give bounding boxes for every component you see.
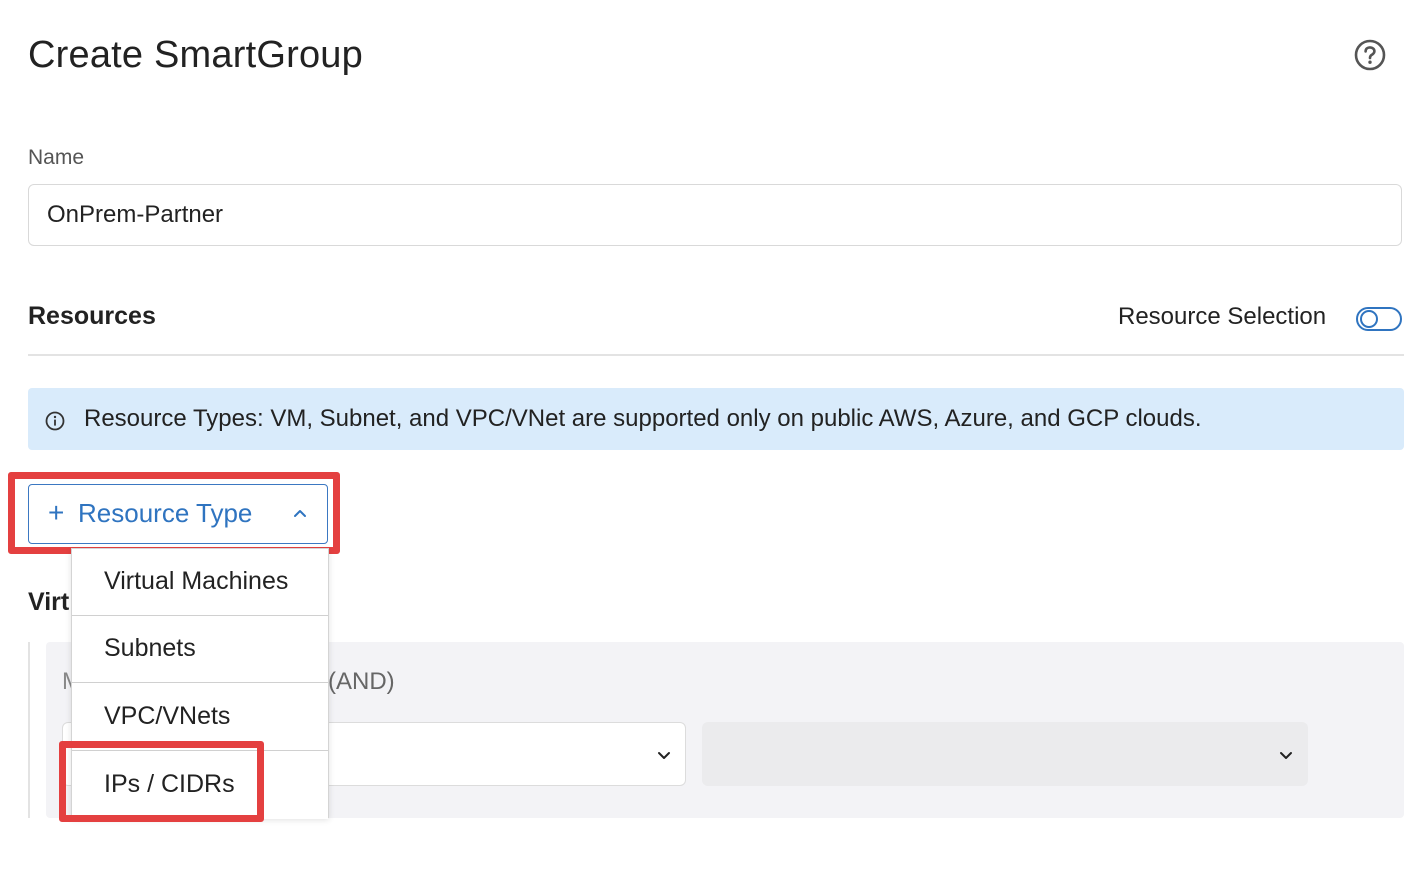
page-title: Create SmartGroup (28, 34, 363, 76)
resource-selection-toggle[interactable] (1356, 307, 1402, 331)
section-divider (28, 354, 1404, 356)
condition-label-suffix: (AND) (328, 668, 395, 695)
toggle-knob (1360, 310, 1378, 328)
dropdown-item-label: VPC/VNets (104, 702, 231, 730)
virtual-machines-heading: Virt (28, 588, 70, 616)
highlight-box-resource-type (8, 472, 340, 554)
condition-value-select[interactable] (702, 722, 1308, 786)
dropdown-item-virtual-machines[interactable]: Virtual Machines (72, 549, 328, 616)
highlight-box-ips-cidrs (59, 741, 264, 822)
help-circle-icon[interactable] (1354, 39, 1386, 71)
name-label: Name (28, 146, 85, 169)
resource-selection-label: Resource Selection (1118, 303, 1327, 330)
dropdown-item-label: Subnets (104, 634, 196, 662)
dropdown-item-label: Virtual Machines (104, 567, 289, 595)
create-smartgroup-page: Create SmartGroup Name Resources Resourc… (0, 0, 1422, 896)
condition-group-line (28, 642, 30, 818)
info-icon (45, 411, 65, 431)
resources-heading: Resources (28, 302, 156, 330)
dropdown-item-subnets[interactable]: Subnets (72, 616, 328, 683)
chevron-down-icon (1280, 752, 1292, 759)
chevron-down-icon (658, 752, 670, 759)
info-banner-text: Resource Types: VM, Subnet, and VPC/VNet… (84, 405, 1202, 432)
name-input[interactable] (28, 184, 1402, 246)
